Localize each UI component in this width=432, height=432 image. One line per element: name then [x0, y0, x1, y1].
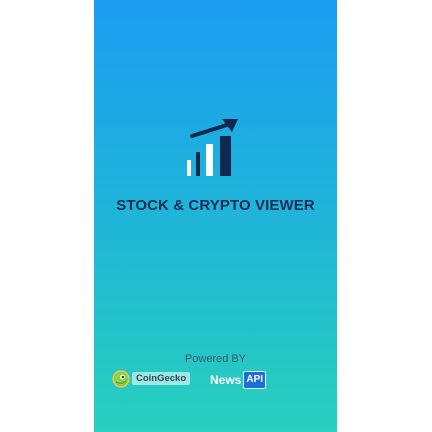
news-label: News — [210, 373, 242, 387]
api-badge: API — [243, 371, 267, 389]
splash-screen: STOCK & CRYPTO VIEWER Powered BY CoinGec… — [94, 0, 337, 432]
app-title: STOCK & CRYPTO VIEWER — [116, 197, 315, 214]
powered-by-label: Powered BY — [184, 353, 247, 365]
provider-logos: CoinGecko News API — [112, 369, 332, 391]
coingecko-icon — [112, 370, 130, 388]
bar-chart-trend-icon — [187, 119, 238, 176]
news-api-logo: News API — [210, 371, 267, 389]
coingecko-label: CoinGecko — [132, 372, 191, 385]
